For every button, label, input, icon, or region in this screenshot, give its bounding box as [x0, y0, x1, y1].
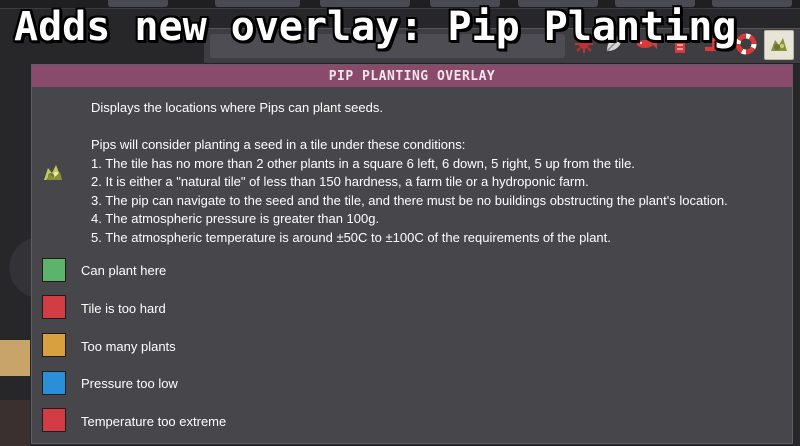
page-title: Adds new overlay: Pip Planting	[14, 4, 737, 50]
legend-item	[42, 294, 66, 320]
color-swatch-blue	[42, 371, 66, 395]
description-line: 1. The tile has no more than 2 other pla…	[91, 155, 635, 171]
legend-item	[42, 257, 66, 283]
description-spacer	[91, 118, 791, 137]
legend-label: Tile is too hard	[81, 301, 166, 316]
pip-planting-icon[interactable]	[764, 30, 794, 60]
description-line: 5. The atmospheric temperature is around…	[91, 229, 611, 245]
description-line: 3. The pip can navigate to the seed and …	[91, 192, 728, 208]
overlay-legend-panel: PIP PLANTING OVERLAY Displays the locati…	[31, 64, 793, 444]
legend-item	[42, 370, 66, 396]
legend-label: Temperature too extreme	[81, 414, 227, 429]
color-swatch-green	[42, 258, 66, 282]
description-line: Displays the locations where Pips can pl…	[91, 100, 383, 115]
description-line: 4. The atmospheric pressure is greater t…	[91, 211, 380, 226]
description-line: Pips will consider planting a seed in a …	[91, 137, 466, 152]
color-swatch-red	[42, 408, 66, 432]
terrain-rock	[0, 400, 30, 446]
legend-item	[42, 332, 66, 358]
description-line: 2. It is either a "natural tile" of less…	[91, 174, 589, 189]
legend-label: Too many plants	[81, 339, 176, 354]
legend-label: Can plant here	[81, 263, 167, 278]
legend-label: Pressure too low	[81, 376, 178, 391]
overlay-description: Displays the locations where Pips can pl…	[91, 99, 791, 247]
panel-header: PIP PLANTING OVERLAY	[32, 65, 792, 87]
terrain-sand	[0, 340, 30, 376]
legend-item	[42, 407, 66, 433]
color-swatch-red	[42, 295, 66, 319]
color-swatch-orange	[42, 333, 66, 357]
pip-planting-icon	[44, 165, 62, 180]
